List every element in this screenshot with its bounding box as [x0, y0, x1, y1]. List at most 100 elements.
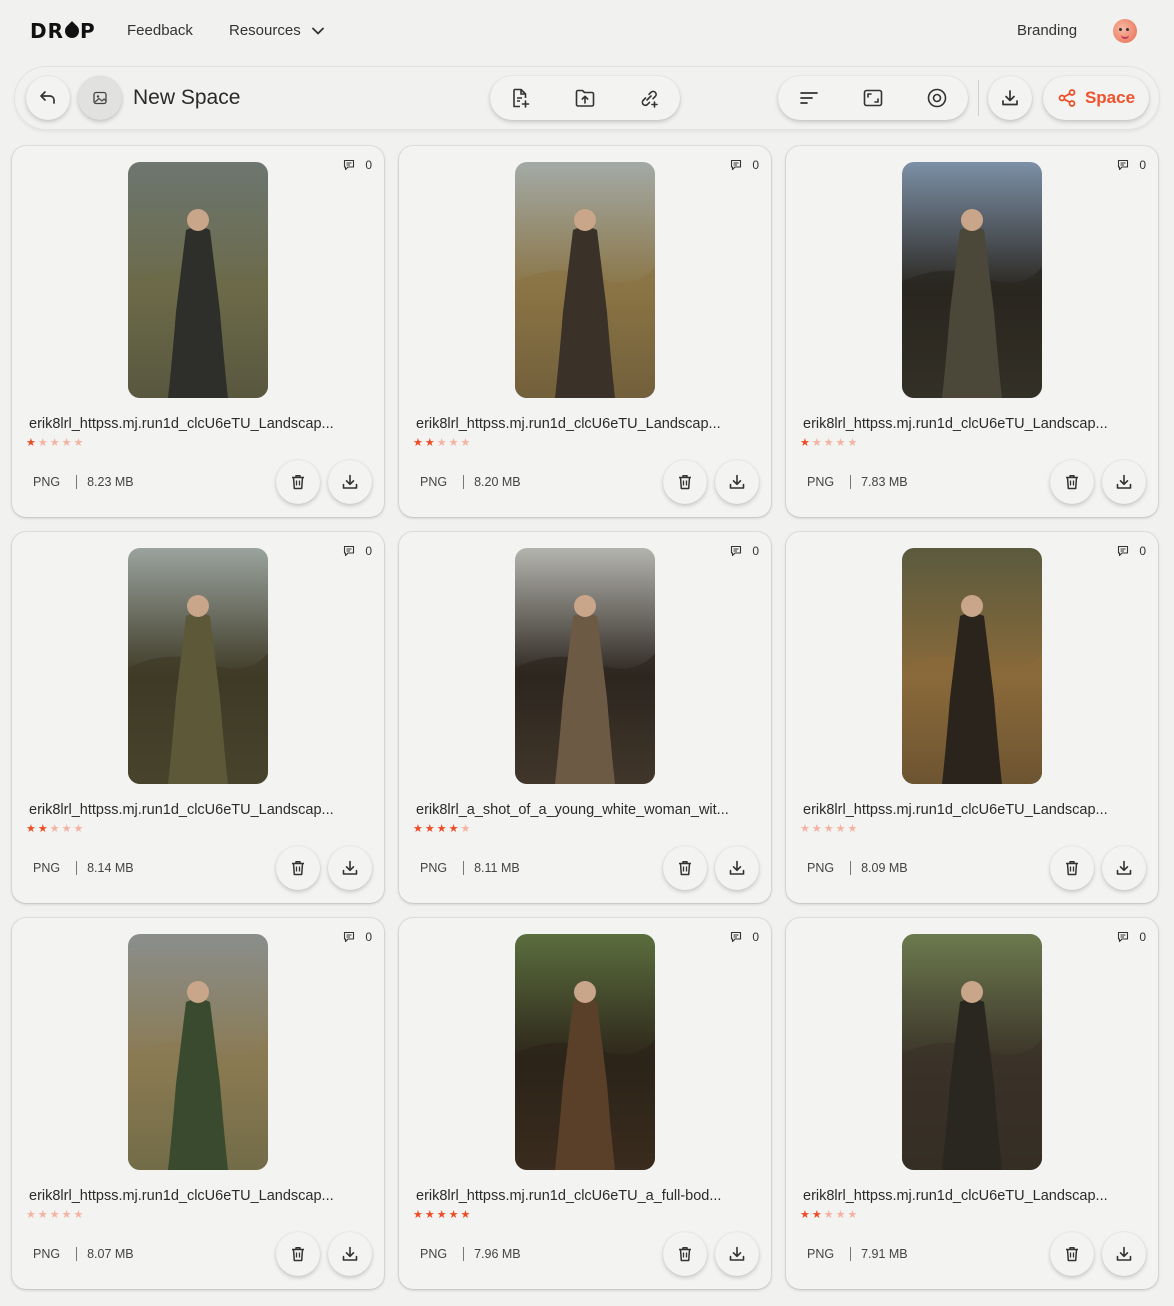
star-icon[interactable]: ★ [848, 437, 858, 449]
asset-filename[interactable]: erik8lrl_httpss.mj.run1d_clcU6eTU_Landsc… [803, 416, 1133, 432]
star-icon[interactable]: ★ [74, 823, 84, 835]
asset-card[interactable]: 0 erik8lrl_httpss.mj.run1d_clcU6eTU_Land… [786, 918, 1158, 1289]
delete-button[interactable] [1050, 846, 1094, 890]
star-icon[interactable]: ★ [461, 823, 471, 835]
asset-thumbnail[interactable] [128, 548, 268, 784]
star-icon[interactable]: ★ [413, 1209, 423, 1221]
delete-button[interactable] [276, 460, 320, 504]
delete-button[interactable] [663, 1232, 707, 1276]
add-link-button[interactable] [627, 76, 671, 120]
star-icon[interactable]: ★ [824, 1209, 834, 1221]
star-rating[interactable]: ★ ★ ★ ★ ★ [800, 823, 857, 835]
asset-thumbnail[interactable] [902, 934, 1042, 1170]
star-icon[interactable]: ★ [62, 823, 72, 835]
asset-card[interactable]: 0 erik8lrl_httpss.mj.run1d_clcU6eTU_Land… [12, 918, 384, 1289]
download-all-button[interactable] [988, 76, 1032, 120]
star-icon[interactable]: ★ [848, 1209, 858, 1221]
star-icon[interactable]: ★ [800, 437, 810, 449]
star-icon[interactable]: ★ [26, 823, 36, 835]
star-icon[interactable]: ★ [812, 1209, 822, 1221]
star-icon[interactable]: ★ [413, 437, 423, 449]
delete-button[interactable] [663, 846, 707, 890]
asset-card[interactable]: 0 erik8lrl_a_shot_of_a_young_white_woman… [399, 532, 771, 903]
download-button[interactable] [715, 460, 759, 504]
download-button[interactable] [1102, 1232, 1146, 1276]
asset-thumbnail[interactable] [128, 162, 268, 398]
delete-button[interactable] [1050, 460, 1094, 504]
star-icon[interactable]: ★ [437, 823, 447, 835]
asset-thumbnail[interactable] [902, 548, 1042, 784]
nav-branding-link[interactable]: Branding [1017, 22, 1077, 39]
comment-count[interactable]: 0 [1117, 930, 1146, 944]
comment-count[interactable]: 0 [343, 158, 372, 172]
star-icon[interactable]: ★ [26, 1209, 36, 1221]
star-icon[interactable]: ★ [62, 1209, 72, 1221]
back-button[interactable] [26, 76, 70, 120]
asset-filename[interactable]: erik8lrl_httpss.mj.run1d_clcU6eTU_Landsc… [29, 1188, 359, 1204]
delete-button[interactable] [276, 846, 320, 890]
asset-thumbnail[interactable] [515, 548, 655, 784]
star-icon[interactable]: ★ [836, 437, 846, 449]
sort-button[interactable] [787, 76, 831, 120]
star-icon[interactable]: ★ [824, 437, 834, 449]
star-icon[interactable]: ★ [62, 437, 72, 449]
star-icon[interactable]: ★ [449, 1209, 459, 1221]
star-icon[interactable]: ★ [425, 1209, 435, 1221]
star-icon[interactable]: ★ [812, 437, 822, 449]
asset-card[interactable]: 0 erik8lrl_httpss.mj.run1d_clcU6eTU_Land… [786, 146, 1158, 517]
asset-card[interactable]: 0 erik8lrl_httpss.mj.run1d_clcU6eTU_Land… [399, 146, 771, 517]
comment-count[interactable]: 0 [730, 930, 759, 944]
star-icon[interactable]: ★ [38, 1209, 48, 1221]
space-thumbnail-button[interactable] [78, 76, 122, 120]
asset-filename[interactable]: erik8lrl_httpss.mj.run1d_clcU6eTU_Landsc… [416, 416, 746, 432]
star-icon[interactable]: ★ [74, 437, 84, 449]
star-icon[interactable]: ★ [836, 1209, 846, 1221]
asset-card[interactable]: 0 erik8lrl_httpss.mj.run1d_clcU6eTU_Land… [12, 146, 384, 517]
asset-card[interactable]: 0 erik8lrl_httpss.mj.run1d_clcU6eTU_Land… [12, 532, 384, 903]
download-button[interactable] [328, 1232, 372, 1276]
star-icon[interactable]: ★ [800, 1209, 810, 1221]
nav-resources-dropdown[interactable]: Resources [229, 22, 325, 39]
upload-button[interactable] [563, 76, 607, 120]
star-icon[interactable]: ★ [437, 437, 447, 449]
asset-thumbnail[interactable] [902, 162, 1042, 398]
comment-count[interactable]: 0 [730, 158, 759, 172]
asset-filename[interactable]: erik8lrl_httpss.mj.run1d_clcU6eTU_Landsc… [803, 1188, 1133, 1204]
asset-filename[interactable]: erik8lrl_httpss.mj.run1d_clcU6eTU_Landsc… [803, 802, 1133, 818]
asset-thumbnail[interactable] [515, 162, 655, 398]
download-button[interactable] [715, 1232, 759, 1276]
star-icon[interactable]: ★ [425, 437, 435, 449]
star-icon[interactable]: ★ [50, 823, 60, 835]
download-button[interactable] [715, 846, 759, 890]
star-icon[interactable]: ★ [461, 437, 471, 449]
star-rating[interactable]: ★ ★ ★ ★ ★ [26, 823, 83, 835]
star-icon[interactable]: ★ [848, 823, 858, 835]
star-icon[interactable]: ★ [50, 1209, 60, 1221]
star-icon[interactable]: ★ [425, 823, 435, 835]
download-button[interactable] [328, 460, 372, 504]
delete-button[interactable] [276, 1232, 320, 1276]
add-file-button[interactable] [498, 76, 542, 120]
aspect-ratio-button[interactable] [851, 76, 895, 120]
download-button[interactable] [1102, 460, 1146, 504]
star-rating[interactable]: ★ ★ ★ ★ ★ [413, 1209, 470, 1221]
star-icon[interactable]: ★ [812, 823, 822, 835]
asset-card[interactable]: 0 erik8lrl_httpss.mj.run1d_clcU6eTU_a_fu… [399, 918, 771, 1289]
star-rating[interactable]: ★ ★ ★ ★ ★ [26, 437, 83, 449]
user-avatar[interactable] [1113, 19, 1137, 43]
comment-count[interactable]: 0 [730, 544, 759, 558]
star-icon[interactable]: ★ [50, 437, 60, 449]
nav-feedback-link[interactable]: Feedback [127, 22, 193, 39]
star-icon[interactable]: ★ [38, 823, 48, 835]
share-space-button[interactable]: Space [1043, 76, 1149, 120]
delete-button[interactable] [1050, 1232, 1094, 1276]
star-icon[interactable]: ★ [824, 823, 834, 835]
star-rating[interactable]: ★ ★ ★ ★ ★ [800, 437, 857, 449]
asset-filename[interactable]: erik8lrl_httpss.mj.run1d_clcU6eTU_a_full… [416, 1188, 746, 1204]
settings-button[interactable] [915, 76, 959, 120]
delete-button[interactable] [663, 460, 707, 504]
star-rating[interactable]: ★ ★ ★ ★ ★ [413, 823, 470, 835]
star-rating[interactable]: ★ ★ ★ ★ ★ [413, 437, 470, 449]
star-rating[interactable]: ★ ★ ★ ★ ★ [800, 1209, 857, 1221]
space-title[interactable]: New Space [133, 86, 240, 110]
